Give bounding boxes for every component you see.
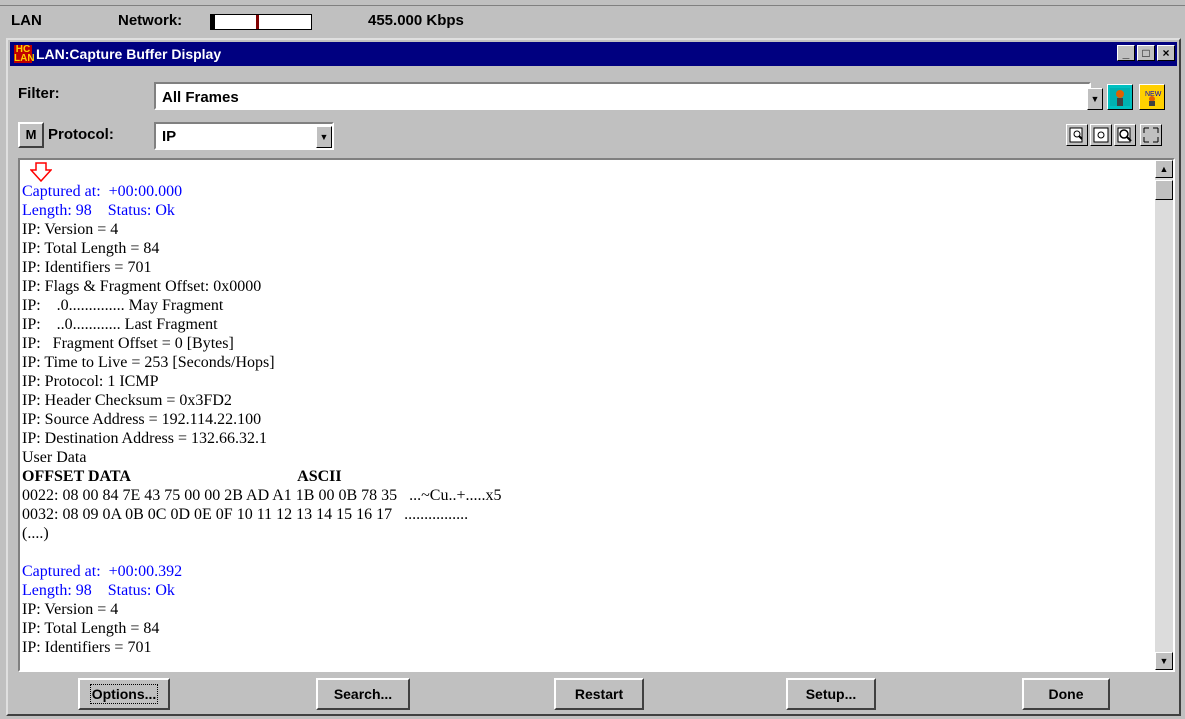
restart-button[interactable]: Restart: [554, 678, 644, 710]
capture-line: Captured at: +00:00.392: [22, 563, 183, 580]
capture-line: IP: Source Address = 192.114.22.100: [22, 411, 262, 428]
capture-line: IP: Version = 4: [22, 221, 119, 238]
setup-button[interactable]: Setup...: [786, 678, 876, 710]
vertical-scrollbar[interactable]: ▲ ▼: [1155, 160, 1173, 670]
filter-value: All Frames: [162, 89, 239, 106]
zoom-page-icon[interactable]: [1090, 124, 1112, 146]
expand-icon[interactable]: [1140, 124, 1162, 146]
setup-label: Setup...: [805, 686, 857, 702]
scroll-up-button[interactable]: ▲: [1155, 160, 1173, 178]
title-bar[interactable]: HC LAN LAN:Capture Buffer Display _ □ ×: [10, 42, 1177, 66]
capture-line: Length: 98 Status: Ok: [22, 582, 175, 599]
capture-line: IP: ..0............ Last Fragment: [22, 316, 218, 333]
search-label: Search...: [333, 686, 393, 702]
capture-line: IP: Destination Address = 132.66.32.1: [22, 430, 268, 447]
capture-line: (....): [22, 525, 49, 542]
network-meter-peak: [256, 15, 259, 29]
app-icon[interactable]: HC LAN: [14, 45, 35, 64]
capture-line: IP: Total Length = 84: [22, 620, 160, 637]
capture-line: 0022: 08 00 84 7E 43 75 00 00 2B AD A1 1…: [22, 487, 502, 504]
m-button[interactable]: M: [18, 122, 44, 148]
filter-edit-icon[interactable]: [1107, 84, 1133, 110]
capture-line: Captured at: +00:00.000: [22, 183, 183, 200]
top-strip: [0, 0, 1185, 6]
capture-line: IP: Header Checksum = 0x3FD2: [22, 392, 232, 409]
filter-new-icon[interactable]: NEW: [1139, 84, 1165, 110]
network-label: Network:: [118, 12, 183, 29]
capture-line: IP: Fragment Offset = 0 [Bytes]: [22, 335, 234, 352]
close-button[interactable]: ×: [1157, 45, 1175, 61]
capture-line: 0032: 08 09 0A 0B 0C 0D 0E 0F 10 11 12 1…: [22, 506, 469, 523]
capture-line: IP: Identifiers = 701: [22, 259, 152, 276]
capture-line: IP: Flags & Fragment Offset: 0x0000: [22, 278, 262, 295]
capture-line: IP: Time to Live = 253 [Seconds/Hops]: [22, 354, 275, 371]
filter-label: Filter:: [18, 85, 60, 102]
frame-pointer-arrow-icon: [30, 162, 52, 182]
status-bar: LAN Network: 455.000 Kbps: [0, 0, 1185, 34]
zoom-out-icon[interactable]: [1114, 124, 1136, 146]
search-button[interactable]: Search...: [316, 678, 410, 710]
network-rate: 455.000 Kbps: [368, 12, 464, 29]
filter-select[interactable]: All Frames: [154, 82, 1091, 110]
done-label: Done: [1048, 686, 1084, 702]
protocol-select[interactable]: IP: [154, 122, 334, 150]
capture-line: IP: .0.............. May Fragment: [22, 297, 224, 314]
capture-line: IP: Total Length = 84: [22, 240, 160, 257]
capture-line: [22, 543, 501, 562]
done-button[interactable]: Done: [1022, 678, 1110, 710]
scroll-thumb[interactable]: [1155, 180, 1173, 200]
options-label: Options...: [89, 684, 159, 704]
capture-line: OFFSET DATA ASCII: [22, 468, 342, 485]
capture-display[interactable]: Captured at: +00:00.000 Length: 98 Status…: [18, 158, 1175, 672]
options-button[interactable]: Options...: [78, 678, 170, 710]
network-meter-fill: [211, 15, 215, 29]
network-meter: [210, 14, 312, 30]
capture-line: Length: 98 Status: Ok: [22, 202, 175, 219]
lan-label: LAN: [11, 12, 42, 29]
filter-dropdown-button[interactable]: ▼: [1087, 88, 1103, 110]
capture-line: IP: Identifiers = 701: [22, 639, 152, 656]
minimize-button[interactable]: _: [1117, 45, 1135, 61]
protocol-dropdown-button[interactable]: ▼: [316, 126, 332, 148]
maximize-button[interactable]: □: [1137, 45, 1155, 61]
protocol-value: IP: [162, 128, 177, 145]
scroll-down-button[interactable]: ▼: [1155, 652, 1173, 670]
protocol-label: Protocol:: [48, 126, 114, 143]
capture-line: IP: Version = 4: [22, 601, 119, 618]
capture-line: IP: Protocol: 1 ICMP: [22, 373, 159, 390]
capture-text: Captured at: +00:00.000 Length: 98 Status…: [22, 182, 501, 657]
restart-label: Restart: [574, 686, 624, 702]
window-title: LAN:Capture Buffer Display: [36, 46, 222, 62]
capture-line: User Data: [22, 449, 87, 466]
capture-buffer-window: HC LAN LAN:Capture Buffer Display _ □ × F…: [6, 38, 1181, 716]
zoom-in-icon[interactable]: [1066, 124, 1088, 146]
